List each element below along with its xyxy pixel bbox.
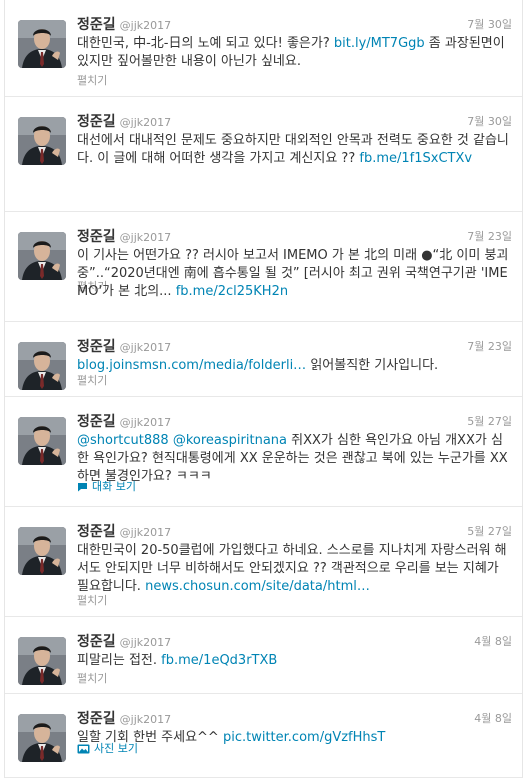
tweet-text: 대선에서 대내적인 문제도 중요하지만 대외적인 안목과 전력도 중요한 것 같…: [77, 132, 513, 168]
photo-icon: [77, 742, 94, 755]
action-label: 펼치기: [77, 74, 108, 87]
tweet-timestamp[interactable]: 4월 8일: [474, 710, 512, 726]
avatar[interactable]: [18, 714, 66, 762]
tweet-text: 피말리는 접전. fb.me/1eQd3rTXB: [77, 652, 513, 670]
user-name[interactable]: 정준길: [77, 414, 116, 430]
tweet-text-segment: 이 기사는 어떤가요 ?? 러시아 보고서 IMEMO 가 본 北의 미래 ●“…: [77, 248, 509, 299]
tweet[interactable]: 정준길 @jjk2017 4월 8일일할 기회 한번 주세요^^ pic.twitt…: [5, 694, 522, 778]
tweet-text-segment: 대한민국, 中-北-日의 노예 되고 있다! 좋은가?: [77, 36, 334, 51]
tweet[interactable]: 정준길 @jjk2017 7월 23일 blog.joinsmsn.com/media…: [5, 322, 522, 397]
tweet-timeline: 정준길 @jjk2017 7월 30일 대한민국, 中-北-日의 노예 되고 있다! …: [4, 0, 523, 778]
tweet-timestamp[interactable]: 5월 27일: [467, 413, 512, 429]
user-handle[interactable]: @jjk2017: [120, 636, 171, 649]
expand-button[interactable]: 펼치기: [77, 372, 107, 388]
expand-button[interactable]: 펼치기: [77, 72, 107, 88]
tweet-text: @shortcut888 @koreaspiritnana 쥐XX가 심한 욕인…: [77, 432, 513, 486]
tweet-text: 대한민국, 中-北-日의 노예 되고 있다! 좋은가? bit.ly/MT7Gg…: [77, 35, 513, 71]
tweet-text-segment: 피말리는 접전.: [77, 653, 162, 668]
avatar[interactable]: [18, 20, 66, 68]
user-name[interactable]: 정준길: [77, 524, 116, 540]
tweet-link[interactable]: fb.me/1f1SxCTXv: [359, 151, 472, 166]
tweet-timestamp[interactable]: 7월 30일: [467, 113, 512, 129]
user-name[interactable]: 정준길: [77, 17, 116, 33]
tweet-header: 정준길 @jjk2017 5월 27일: [77, 411, 512, 431]
tweet-header: 정준길 @jjk2017 7월 30일: [77, 14, 512, 34]
tweet[interactable]: 정준길 @jjk2017 5월 27일대한민국이 20-50클럽에 가입했다고 하네…: [5, 507, 522, 617]
avatar[interactable]: [18, 232, 66, 280]
tweet-timestamp[interactable]: 7월 30일: [467, 16, 512, 32]
user-handle[interactable]: @jjk2017: [120, 116, 171, 129]
tweet-timestamp[interactable]: 7월 23일: [467, 228, 512, 244]
tweet-link[interactable]: bit.ly/MT7Ggb: [334, 36, 425, 51]
tweet[interactable]: 정준길 @jjk2017 4월 8일피말리는 접전. fb.me/1eQd3rTXB…: [5, 617, 522, 694]
expand-button[interactable]: 펼치기: [77, 670, 107, 686]
user-name[interactable]: 정준길: [77, 339, 116, 355]
tweet-timestamp[interactable]: 5월 27일: [467, 523, 512, 539]
tweet-timestamp[interactable]: 7월 23일: [467, 338, 512, 354]
action-label: 펼치기: [77, 594, 108, 607]
user-handle[interactable]: @jjk2017: [120, 341, 171, 354]
tweet-link[interactable]: fb.me/1eQd3rTXB: [161, 653, 277, 668]
tweet-header: 정준길 @jjk2017 4월 8일: [77, 631, 512, 651]
user-handle[interactable]: @jjk2017: [120, 416, 171, 429]
avatar[interactable]: [18, 342, 66, 390]
mention-link[interactable]: @koreaspiritnana: [173, 433, 287, 448]
avatar[interactable]: [18, 117, 66, 165]
tweet-timestamp[interactable]: 4월 8일: [474, 633, 512, 649]
user-handle[interactable]: @jjk2017: [120, 231, 171, 244]
user-handle[interactable]: @jjk2017: [120, 713, 171, 726]
avatar[interactable]: [18, 417, 66, 465]
avatar[interactable]: [18, 527, 66, 575]
tweet-header: 정준길 @jjk2017 7월 23일: [77, 336, 512, 356]
tweet[interactable]: 정준길 @jjk2017 7월 23일이 기사는 어떤가요 ?? 러시아 보고서 I…: [5, 212, 522, 322]
action-label: 사진 보기: [94, 742, 138, 755]
tweet-text: 일할 기회 한번 주세요^^ pic.twitter.com/gVzfHhsT: [77, 729, 513, 747]
user-handle[interactable]: @jjk2017: [120, 19, 171, 32]
expand-button[interactable]: 펼치기: [77, 592, 107, 608]
user-name[interactable]: 정준길: [77, 114, 116, 130]
tweet-header: 정준길 @jjk2017 7월 30일: [77, 111, 512, 131]
view-photo-button[interactable]: 사진 보기: [77, 740, 138, 756]
tweet-text: blog.joinsmsn.com/media/folderli… 읽어볼직한 …: [77, 357, 513, 375]
tweet[interactable]: 정준길 @jjk2017 7월 30일대한민국, 中-北-日의 노예 되고 있다! …: [5, 0, 522, 97]
tweet-header: 정준길 @jjk2017 7월 23일: [77, 226, 512, 246]
view-conversation-button[interactable]: 대화 보기: [77, 478, 136, 494]
tweet-text: 이 기사는 어떤가요 ?? 러시아 보고서 IMEMO 가 본 北의 미래 ●“…: [77, 247, 513, 301]
user-name[interactable]: 정준길: [77, 711, 116, 727]
user-handle[interactable]: @jjk2017: [120, 526, 171, 539]
tweet-link[interactable]: blog.joinsmsn.com/media/folderli…: [77, 358, 306, 373]
tweet-header: 정준길 @jjk2017 5월 27일: [77, 521, 512, 541]
avatar[interactable]: [18, 637, 66, 685]
tweet-text-segment: 읽어볼직한 기사입니다.: [306, 358, 439, 373]
user-name[interactable]: 정준길: [77, 634, 116, 650]
tweet-link[interactable]: pic.twitter.com/gVzfHhsT: [223, 730, 385, 745]
tweet-text: 대한민국이 20-50클럽에 가입했다고 하네요. 스스로를 지나치게 자랑스러…: [77, 542, 513, 596]
tweet-header: 정준길 @jjk2017 4월 8일: [77, 708, 512, 728]
tweet[interactable]: 정준길 @jjk2017 5월 27일 @shortcut888 @koreaspir…: [5, 397, 522, 507]
tweet-link[interactable]: news.chosun.com/site/data/html…: [145, 579, 370, 594]
mention-link[interactable]: @shortcut888: [77, 433, 169, 448]
action-label: 펼치기: [77, 672, 108, 685]
tweet-link[interactable]: fb.me/2cl25KH2n: [176, 284, 288, 299]
action-label: 펼치기: [77, 374, 108, 387]
tweet[interactable]: 정준길 @jjk2017 7월 30일대선에서 대내적인 문제도 중요하지만 대외적…: [5, 97, 522, 293]
user-name[interactable]: 정준길: [77, 229, 116, 245]
action-label: 대화 보기: [92, 480, 136, 493]
conversation-icon: [77, 480, 92, 493]
